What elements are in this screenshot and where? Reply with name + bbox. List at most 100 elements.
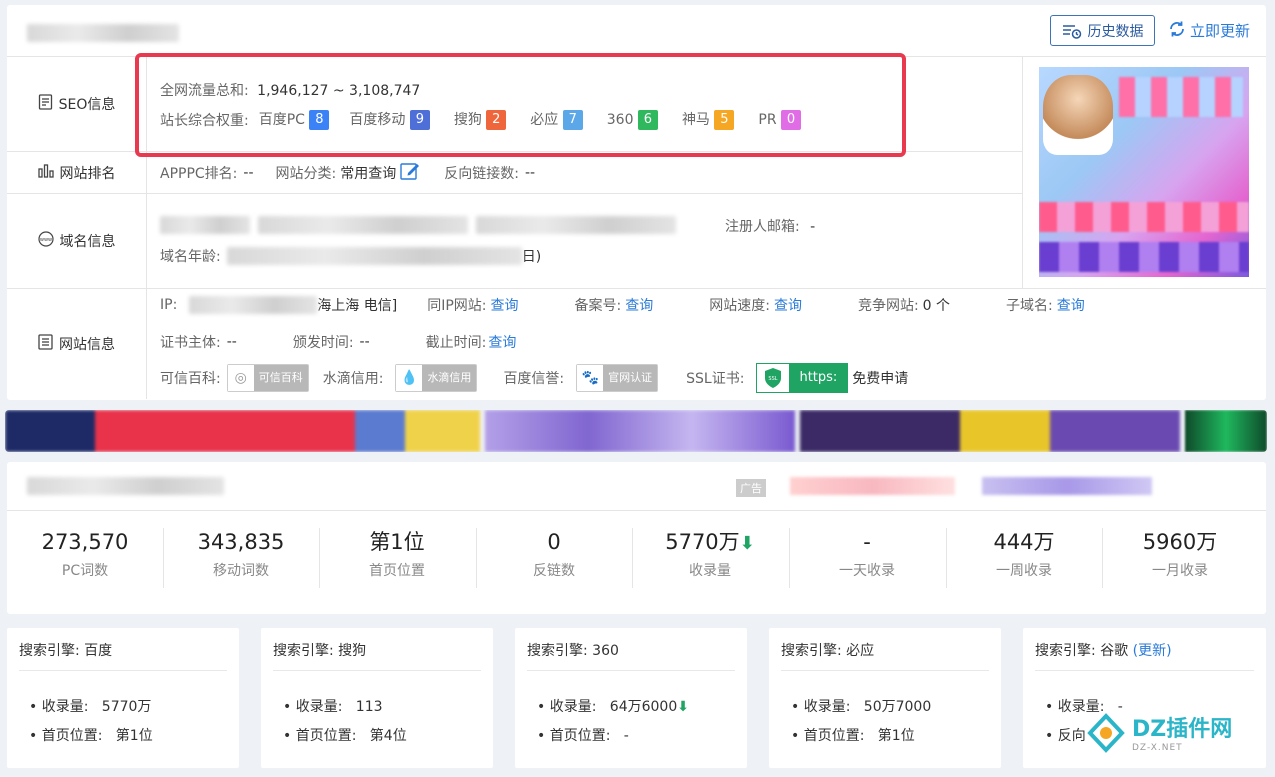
- weight-360[interactable]: 360 6: [607, 109, 658, 130]
- stat-label: 移动词数: [213, 563, 269, 579]
- weight-bing[interactable]: 必应 7: [530, 109, 583, 130]
- weight-badge: 6: [637, 109, 658, 130]
- ssl-badge[interactable]: SSL https:: [756, 363, 849, 393]
- paw-icon: 🐾: [577, 365, 604, 391]
- engine-card-baidu: 搜索引擎: 百度 • 收录量: 5770万 • 首页位置: 第1位: [7, 628, 239, 768]
- baidu-credit-badge[interactable]: 🐾 官网认证: [576, 364, 659, 392]
- divider: [7, 288, 1266, 289]
- side-ad-image[interactable]: [1039, 67, 1249, 277]
- stat-label: 首页位置: [369, 563, 425, 579]
- stat-month-index: 5960万 一月收录: [1102, 526, 1258, 580]
- engine-card-bing: 搜索引擎: 必应 • 收录量: 50万7000 • 首页位置: 第1位: [769, 628, 1001, 768]
- stat-value: 0: [547, 530, 561, 554]
- engine-position-row: • 首页位置: 第4位: [283, 728, 407, 744]
- svg-text:www: www: [39, 237, 51, 243]
- ssl-apply[interactable]: 免费申请: [852, 368, 908, 388]
- weight-baidu-mobile[interactable]: 百度移动 9: [349, 109, 430, 130]
- ad-mosaic: [1039, 242, 1249, 272]
- divider: [781, 670, 989, 671]
- stat-pc-words: 273,570 PC词数: [7, 526, 163, 580]
- expire-link[interactable]: 查询: [488, 332, 516, 352]
- stat-value: 444万: [993, 530, 1055, 554]
- divider: [1035, 670, 1254, 671]
- stat-backlinks: 0 反链数: [476, 526, 632, 580]
- text-ad-2[interactable]: [982, 477, 1152, 495]
- banner-ad[interactable]: [5, 410, 1267, 452]
- weight-shenma[interactable]: 神马 5: [682, 109, 735, 130]
- backlinks-label: 反向链接数:: [444, 166, 519, 182]
- text-ad-1[interactable]: [790, 477, 955, 495]
- site-row-2: 证书主体: -- 颁发时间: -- 截止时间: 查询: [160, 332, 516, 352]
- divider: [527, 670, 735, 671]
- engine-index-row: • 收录量: 113: [283, 699, 383, 715]
- kexin-badge[interactable]: ◎ 可信百科: [226, 364, 309, 392]
- speed-link[interactable]: 查询: [774, 295, 802, 315]
- site-rank-text: 网站排名: [59, 165, 116, 182]
- engine-position-row: • 首页位置: 第1位: [791, 728, 915, 744]
- history-data-label: 历史数据: [1087, 23, 1144, 40]
- divider: [1022, 56, 1023, 288]
- arrow-down-icon: ⬇: [677, 699, 689, 715]
- refresh-button[interactable]: 立即更新: [1168, 15, 1253, 46]
- domain-age: 域名年龄: 日): [160, 246, 541, 266]
- www-icon: www: [37, 231, 54, 251]
- engine-position-row: • 反向: [1045, 728, 1086, 744]
- weight-pr[interactable]: PR 0: [758, 109, 802, 130]
- ad-mosaic: [1119, 77, 1243, 117]
- icp-link[interactable]: 查询: [625, 295, 653, 315]
- cert-subject-label: 证书主体:: [160, 335, 221, 351]
- site-row-3: 可信百科: ◎ 可信百科 水滴信用: 💧 水滴信用 百度信誉: 🐾 官网认证 SSL证…: [160, 363, 908, 393]
- engine-index-row: • 收录量: 5770万: [29, 699, 152, 715]
- watermark: DZ插件网 DZ-X.NET: [1086, 708, 1266, 762]
- shuidi-badge[interactable]: 💧 水滴信用: [395, 364, 478, 392]
- traffic-label: 全网流量总和:: [160, 83, 249, 99]
- rank-row: APPPC排名: -- 网站分类: 常用查询 反向链接数: --: [160, 161, 535, 185]
- expire-label: 截止时间:: [425, 335, 487, 351]
- refresh-icon: [1168, 20, 1186, 42]
- shuidi-label: 水滴信用:: [322, 371, 384, 387]
- watermark-sub: DZ-X.NET: [1132, 743, 1183, 753]
- stat-label: 收录量: [689, 563, 731, 579]
- seo-highlight-box: [135, 53, 906, 157]
- edit-icon[interactable]: [400, 161, 420, 185]
- weight-sogou[interactable]: 搜狗 2: [454, 109, 507, 130]
- apppc-value: --: [243, 165, 254, 181]
- stats-title-blurred: [27, 477, 224, 495]
- watermark-logo-icon: [1086, 713, 1126, 757]
- engine-title: 搜索引擎: 360: [527, 643, 619, 659]
- engine-title: 搜索引擎: 搜狗: [273, 643, 367, 659]
- seo-info-label: SEO信息: [7, 57, 147, 151]
- engine-index-row: • 收录量: 64万6000⬇: [537, 699, 689, 715]
- engine-index-row: • 收录量: 50万7000: [791, 699, 932, 715]
- same-ip-link[interactable]: 查询: [491, 295, 519, 315]
- document-icon: [38, 94, 53, 114]
- weight-badge: 8: [309, 110, 330, 130]
- engine-position-row: • 首页位置: 第1位: [29, 728, 153, 744]
- svg-text:SSL: SSL: [769, 376, 778, 382]
- banner-ad-2: [485, 410, 795, 452]
- stat-value: 5770万: [665, 530, 740, 554]
- stat-label: 一天收录: [839, 563, 895, 579]
- weight-badge: 9: [409, 110, 430, 130]
- history-data-button[interactable]: 历史数据: [1050, 15, 1155, 46]
- stat-day-index: - 一天收录: [789, 526, 945, 580]
- subdomain-link[interactable]: 查询: [1057, 295, 1085, 315]
- cert-subject-value: --: [226, 334, 237, 350]
- engine-title: 搜索引擎: 谷歌 (更新): [1035, 643, 1172, 659]
- weight-baidu-pc[interactable]: 百度PC 8: [259, 109, 330, 130]
- refresh-label: 立即更新: [1190, 22, 1251, 40]
- banner-ad-3: [800, 410, 1180, 452]
- compete-label: 竞争网站:: [857, 298, 919, 314]
- email-value: -: [810, 219, 816, 235]
- site-rank-label: 网站排名: [7, 152, 147, 193]
- history-icon: [1062, 23, 1082, 39]
- traffic-value: 1,946,127 ~ 3,108,747: [257, 83, 421, 99]
- google-update-link[interactable]: (更新): [1133, 643, 1172, 659]
- subdomain-label: 子域名:: [1006, 298, 1053, 314]
- baidu-credit-label: 百度信誉:: [503, 371, 565, 387]
- ip-blurred: [189, 296, 318, 314]
- weight-badge: 7: [562, 110, 583, 130]
- stat-value: 343,835: [197, 530, 285, 554]
- category-label: 网站分类:: [275, 166, 337, 182]
- engine-card-sogou: 搜索引擎: 搜狗 • 收录量: 113 • 首页位置: 第4位: [261, 628, 493, 768]
